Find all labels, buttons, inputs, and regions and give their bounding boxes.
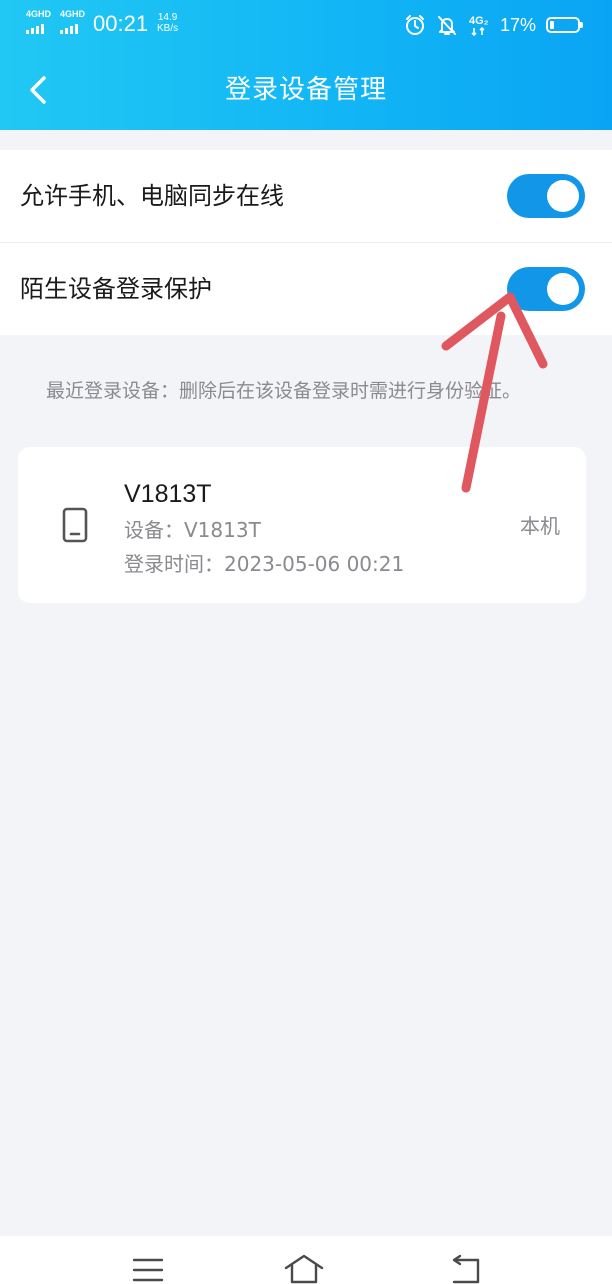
setting-row-login-protection: 陌生设备登录保护 [0, 242, 612, 335]
page-title: 登录设备管理 [224, 75, 387, 105]
mobile-data-icon: 4G₂ [469, 15, 489, 37]
sim1-network-label: 4GHD [26, 9, 52, 19]
status-time: 00:21 [93, 11, 149, 36]
mobile-data-label: 4G₂ [469, 15, 489, 27]
setting-row-sync-online: 允许手机、电脑同步在线 [0, 150, 612, 242]
status-bar: 4GHD 4GHD 00:21 14.9 KB/s 4G₂ 17% [0, 0, 612, 50]
phone-icon [62, 507, 88, 543]
recent-devices-hint: 最近登录设备：删除后在该设备登录时需进行身份验证。 [46, 380, 522, 402]
sync-online-toggle[interactable] [507, 174, 585, 218]
sim2-signal: 4GHD [60, 10, 88, 34]
home-icon [284, 1254, 324, 1284]
back-nav-button[interactable] [436, 1244, 496, 1284]
device-name: V1813T [124, 480, 212, 508]
app-header: 4GHD 4GHD 00:21 14.9 KB/s 4G₂ 17% 登录设备管理 [0, 0, 612, 130]
alarm-icon [405, 15, 424, 35]
menu-button[interactable] [118, 1244, 178, 1284]
sim1-signal: 4GHD [26, 10, 54, 34]
battery-percent: 17% [499, 14, 536, 35]
toggle-knob [547, 273, 579, 305]
signal-icon [26, 24, 44, 34]
device-model: 设备：V1813T [124, 518, 261, 542]
home-button[interactable] [272, 1244, 332, 1284]
toggle-knob [547, 180, 579, 212]
back-icon [452, 1254, 480, 1284]
signal-icon [60, 24, 78, 34]
battery-level [550, 21, 554, 29]
system-nav-bar [0, 1236, 612, 1284]
current-device-badge: 本机 [520, 514, 560, 538]
device-login-time: 登录时间：2023-05-06 00:21 [124, 552, 405, 576]
setting-label-login-protection: 陌生设备登录保护 [20, 275, 212, 303]
menu-icon [132, 1258, 164, 1282]
setting-label-sync-online: 允许手机、电脑同步在线 [20, 182, 284, 210]
network-speed-unit: KB/s [157, 23, 179, 34]
device-card[interactable]: V1813T 设备：V1813T 登录时间：2023-05-06 00:21 本… [18, 447, 586, 603]
status-right-group: 4G₂ 17% [404, 12, 583, 38]
network-speed: 14.9 KB/s [157, 12, 178, 34]
settings-list: 允许手机、电脑同步在线 陌生设备登录保护 [0, 150, 612, 335]
bell-off-icon [437, 16, 456, 35]
network-speed-value: 14.9 [157, 12, 178, 23]
battery-icon [546, 17, 583, 33]
login-protection-toggle[interactable] [507, 267, 585, 311]
sim2-network-label: 4GHD [60, 9, 86, 19]
